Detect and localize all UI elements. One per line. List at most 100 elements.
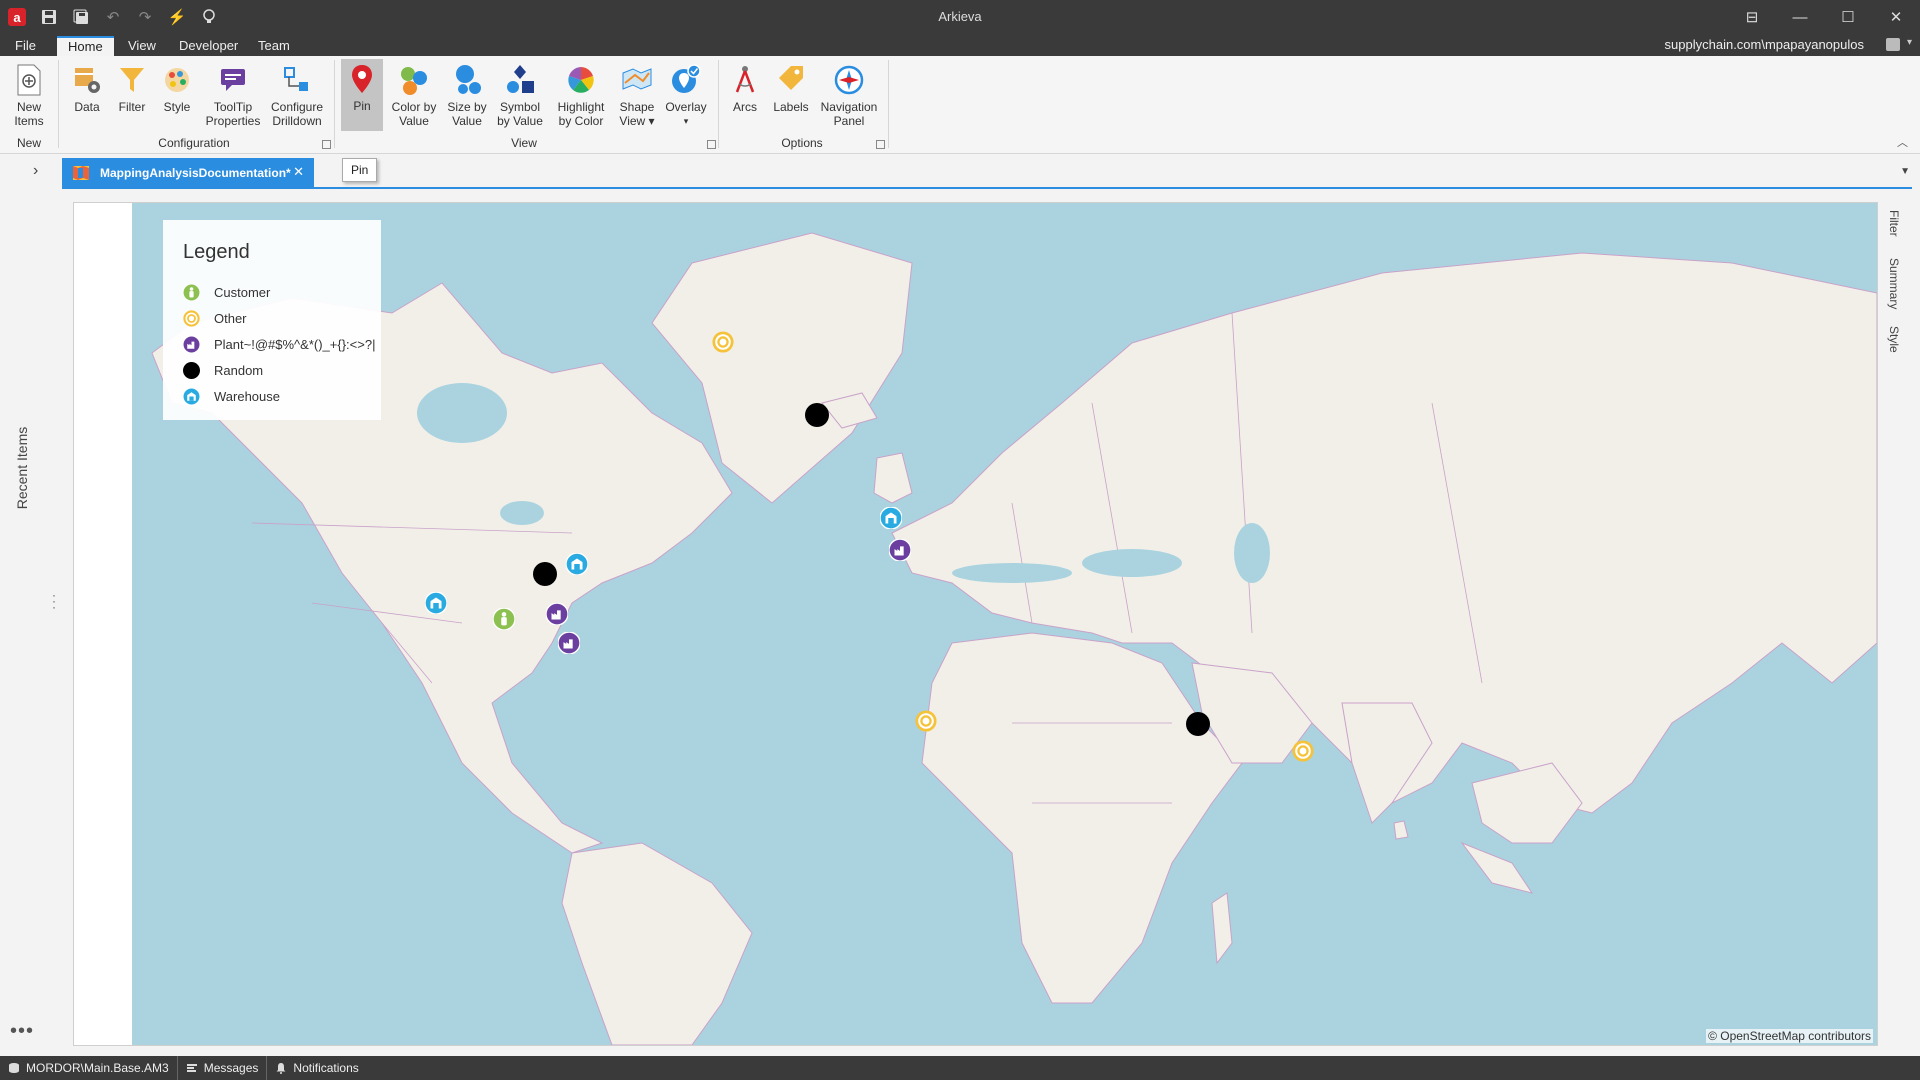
close-window-button[interactable]: ✕	[1872, 0, 1920, 34]
recent-items-label: Recent Items	[14, 426, 30, 510]
overlay-button[interactable]: Overlay ▾	[663, 60, 709, 128]
tab-strip-underline	[62, 187, 1912, 189]
redo-icon: ↷	[138, 9, 152, 26]
map-marker-warehouse[interactable]	[880, 507, 902, 529]
arcs-button[interactable]: Arcs	[725, 60, 765, 114]
group-separator	[888, 60, 889, 148]
tab-home[interactable]: Home	[57, 36, 114, 56]
map-marker-warehouse[interactable]	[566, 553, 588, 575]
map-marker-random[interactable]	[805, 403, 829, 427]
document-tab[interactable]: MappingAnalysisDocumentation* ✕	[62, 158, 314, 187]
right-side-panel: Filter Summary Style	[1878, 202, 1914, 1046]
ribbon: New Items Data Filter Style ToolTip Prop…	[0, 56, 1920, 154]
new-item-icon	[17, 64, 41, 96]
account-dropdown-icon[interactable]: ▾	[1907, 37, 1912, 48]
map-marker-random[interactable]	[1186, 712, 1210, 736]
undo-button[interactable]: ↶	[100, 4, 126, 30]
navigation-compass-icon	[834, 65, 864, 95]
tab-developer[interactable]: Developer	[168, 36, 249, 56]
map-marker-warehouse[interactable]	[425, 592, 447, 614]
side-tab-filter[interactable]: Filter	[1883, 210, 1909, 260]
recent-items-tab[interactable]: Recent Items	[10, 420, 34, 520]
data-button[interactable]: Data	[68, 60, 106, 114]
maximize-button[interactable]: ☐	[1824, 0, 1872, 34]
status-messages-label: Messages	[203, 1061, 259, 1075]
shape-view-button[interactable]: Shape View ▾	[617, 60, 657, 128]
map-marker-plant[interactable]	[546, 603, 568, 625]
flash-button[interactable]: ⚡	[164, 4, 190, 30]
status-database-label: MORDOR\Main.Base.AM3	[26, 1061, 169, 1075]
map-marker-random[interactable]	[533, 562, 557, 586]
symbol-shapes-icon	[507, 65, 534, 93]
data-gear-icon	[75, 68, 100, 93]
size-by-value-button[interactable]: Size by Value	[445, 60, 489, 128]
collapse-ribbon-icon[interactable]: ︿	[1897, 134, 1908, 150]
map-marker-other[interactable]	[1292, 740, 1314, 762]
tab-file[interactable]: File	[4, 36, 47, 56]
land-masses	[151, 232, 1877, 1045]
compass-arcs-icon	[735, 66, 755, 93]
filter-button[interactable]: Filter	[114, 60, 150, 114]
new-items-label: New Items	[14, 100, 44, 128]
new-items-button[interactable]: New Items	[6, 60, 52, 128]
window-controls: ⊟ — ☐ ✕	[1728, 0, 1920, 34]
document-tab-label: MappingAnalysisDocumentation*	[100, 166, 291, 180]
user-account[interactable]: supplychain.com\mpapayanopulos	[1665, 37, 1864, 52]
splitter-handle-icon[interactable]: · · ·	[52, 589, 56, 613]
window-title: Arkieva	[938, 9, 982, 24]
side-tab-summary[interactable]: Summary	[1883, 258, 1909, 322]
save-button[interactable]	[36, 4, 62, 30]
configuration-dialog-launcher[interactable]	[322, 140, 331, 149]
group-separator	[718, 60, 719, 148]
size-circles-icon	[456, 65, 481, 94]
options-dialog-launcher[interactable]	[876, 140, 885, 149]
color-by-value-button[interactable]: Color by Value	[389, 60, 439, 128]
ribbon-display-icon: ⊟	[1745, 9, 1759, 26]
ribbon-display-button[interactable]: ⊟	[1728, 0, 1776, 34]
symbol-by-value-button[interactable]: Symbol by Value	[495, 60, 545, 128]
close-tab-icon[interactable]: ✕	[293, 164, 304, 180]
tab-list-dropdown-icon[interactable]: ▼	[1900, 166, 1910, 177]
minimize-button[interactable]: —	[1776, 0, 1824, 34]
highlight-by-color-button[interactable]: Highlight by Color	[551, 60, 611, 128]
world-map[interactable]: © OpenStreetMap contributors Legend Cust…	[132, 203, 1877, 1045]
redo-button[interactable]: ↷	[132, 4, 158, 30]
navigation-panel-button[interactable]: Navigation Panel	[817, 60, 881, 128]
view-dialog-launcher[interactable]	[707, 140, 716, 149]
map-marker-plant[interactable]	[558, 632, 580, 654]
account-button[interactable]	[1886, 38, 1900, 51]
symbol-by-value-label: Symbol by Value	[497, 100, 543, 128]
expand-sidebar-chevron-icon[interactable]: ›	[33, 162, 38, 180]
drilldown-icon	[284, 67, 308, 91]
tab-team[interactable]: Team	[247, 36, 301, 56]
labels-button[interactable]: Labels	[771, 60, 811, 114]
ideas-button[interactable]	[196, 4, 222, 30]
tooltip-properties-button[interactable]: ToolTip Properties	[205, 60, 261, 128]
app-menu-button[interactable]: a	[4, 4, 30, 30]
configure-drilldown-button[interactable]: Configure Drilldown	[267, 60, 327, 128]
map-marker-other[interactable]	[712, 331, 734, 353]
status-messages[interactable]: Messages	[178, 1056, 268, 1080]
status-notifications[interactable]: Notifications	[267, 1056, 366, 1080]
map-marker-customer[interactable]	[493, 608, 515, 630]
legend-item-label: Other	[214, 310, 247, 326]
side-tab-summary-label: Summary	[1887, 258, 1901, 310]
side-tab-style[interactable]: Style	[1883, 326, 1909, 366]
group-label-new: New	[16, 136, 41, 150]
status-database[interactable]: MORDOR\Main.Base.AM3	[0, 1056, 178, 1080]
save-all-button[interactable]	[68, 4, 94, 30]
style-button[interactable]: Style	[157, 60, 197, 114]
tab-view[interactable]: View	[117, 36, 167, 56]
land-south-america	[561, 842, 753, 1045]
land-africa	[921, 632, 1243, 1004]
filter-label: Filter	[118, 100, 146, 114]
overlay-pin-icon	[672, 64, 701, 93]
map-marker-other[interactable]	[915, 710, 937, 732]
pin-button[interactable]: Pin	[341, 59, 383, 131]
size-by-value-label: Size by Value	[447, 100, 487, 128]
more-options-icon[interactable]: •••	[10, 1020, 34, 1043]
undo-icon: ↶	[106, 9, 120, 26]
map-marker-plant[interactable]	[889, 539, 911, 561]
shape-view-label: Shape View ▾	[617, 100, 657, 128]
status-bar: MORDOR\Main.Base.AM3 Messages Notificati…	[0, 1056, 1920, 1080]
